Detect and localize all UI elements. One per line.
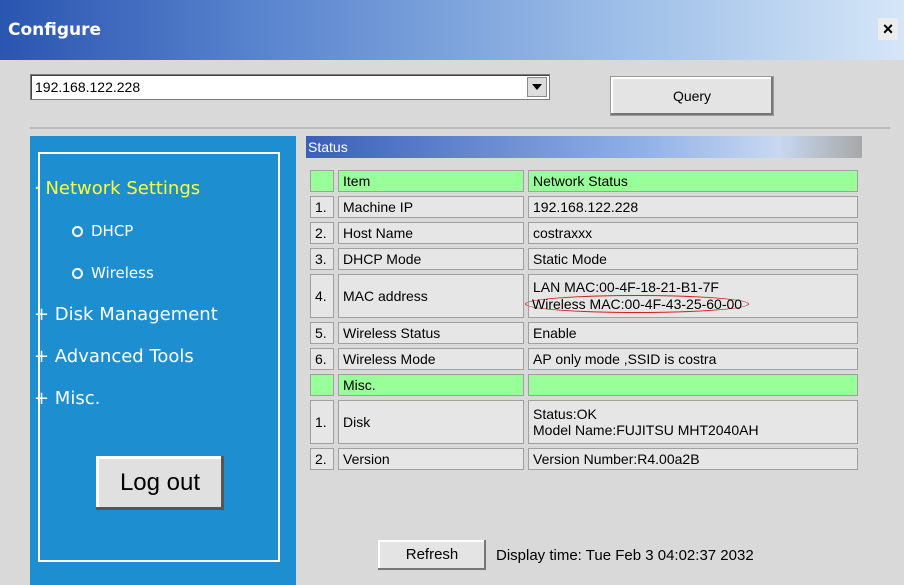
sidebar: · Network Settings DHCP Wireless + Disk …	[30, 136, 296, 585]
row-number: 2.	[310, 448, 334, 470]
row-item: MAC address	[338, 274, 524, 318]
table-row: 4. MAC address LAN MAC:00-4F-18-21-B1-7F…	[310, 274, 858, 318]
table-row: 5. Wireless Status Enable	[310, 322, 858, 344]
wireless-mac-value: Wireless MAC:00-4F-43-25-60-00	[525, 295, 750, 313]
divider	[30, 127, 890, 129]
row-item: Machine IP	[338, 196, 524, 218]
refresh-button[interactable]: Refresh	[378, 540, 486, 570]
table-cell	[528, 374, 858, 396]
row-item: DHCP Mode	[338, 248, 524, 270]
row-value: LAN MAC:00-4F-18-21-B1-7F Wireless MAC:0…	[525, 274, 858, 318]
misc-header-row: Misc.	[310, 374, 858, 396]
query-button[interactable]: Query	[610, 76, 774, 116]
row-value: Status:OK Model Name:FUJITSU MHT2040AH	[528, 400, 858, 444]
sidebar-item-label: DHCP	[91, 222, 134, 240]
row-value: Static Mode	[528, 248, 858, 270]
row-number: 2.	[310, 222, 334, 244]
table-row: 1. Disk Status:OK Model Name:FUJITSU MHT…	[310, 400, 858, 444]
sidebar-item-disk-management[interactable]: + Disk Management	[34, 304, 218, 325]
row-number: 3.	[310, 248, 334, 270]
status-panel-title: Status	[308, 139, 348, 155]
row-item: Wireless Mode	[338, 348, 524, 370]
table-cell	[310, 374, 334, 396]
window-title: Configure	[8, 20, 102, 40]
row-number: 1.	[310, 400, 334, 444]
host-select[interactable]: 192.168.122.228	[30, 74, 550, 100]
table-cell	[310, 170, 334, 192]
status-table: Item Network Status 1. Machine IP 192.16…	[306, 166, 862, 474]
row-value: Enable	[528, 322, 858, 344]
bullet-icon	[72, 268, 83, 279]
display-time: Display time: Tue Feb 3 04:02:37 2032	[496, 547, 754, 564]
row-number: 5.	[310, 322, 334, 344]
row-item: Disk	[338, 400, 524, 444]
title-bar: Configure ×	[0, 0, 904, 60]
row-item: Wireless Status	[338, 322, 524, 344]
logout-button[interactable]: Log out	[96, 456, 224, 510]
sidebar-item-advanced-tools[interactable]: + Advanced Tools	[34, 346, 194, 367]
table-row: 3. DHCP Mode Static Mode	[310, 248, 858, 270]
lan-mac-value: LAN MAC:00-4F-18-21-B1-7F	[533, 279, 719, 295]
sidebar-item-label: Wireless	[91, 264, 154, 282]
row-item: Version	[338, 448, 524, 470]
status-panel-header: Status	[306, 136, 862, 158]
row-value: costraxxx	[528, 222, 858, 244]
column-header-item: Item	[338, 170, 524, 192]
host-select-value: 192.168.122.228	[35, 79, 141, 95]
row-item: Host Name	[338, 222, 524, 244]
row-number: 1.	[310, 196, 334, 218]
table-row: 6. Wireless Mode AP only mode ,SSID is c…	[310, 348, 858, 370]
row-value: 192.168.122.228	[528, 196, 858, 218]
disk-model-value: Model Name:FUJITSU MHT2040AH	[533, 422, 759, 438]
disk-status-value: Status:OK	[533, 406, 597, 422]
sidebar-item-misc[interactable]: + Misc.	[34, 388, 100, 409]
table-header-row: Item Network Status	[310, 170, 858, 192]
column-header-status: Network Status	[528, 170, 858, 192]
misc-section-title: Misc.	[338, 374, 524, 396]
bullet-icon	[72, 226, 83, 237]
table-row: 2. Host Name costraxxx	[310, 222, 858, 244]
row-number: 4.	[310, 274, 334, 318]
row-value: Version Number:R4.00a2B	[528, 448, 858, 470]
table-row: 2. Version Version Number:R4.00a2B	[310, 448, 858, 470]
sidebar-item-dhcp[interactable]: DHCP	[72, 222, 133, 240]
row-number: 6.	[310, 348, 334, 370]
row-value: AP only mode ,SSID is costra	[528, 348, 858, 370]
close-button[interactable]: ×	[878, 18, 898, 40]
sidebar-item-network-settings[interactable]: · Network Settings	[34, 178, 200, 199]
sidebar-item-wireless[interactable]: Wireless	[72, 264, 154, 282]
table-row: 1. Machine IP 192.168.122.228	[310, 196, 858, 218]
dropdown-arrow-icon[interactable]	[527, 77, 547, 97]
